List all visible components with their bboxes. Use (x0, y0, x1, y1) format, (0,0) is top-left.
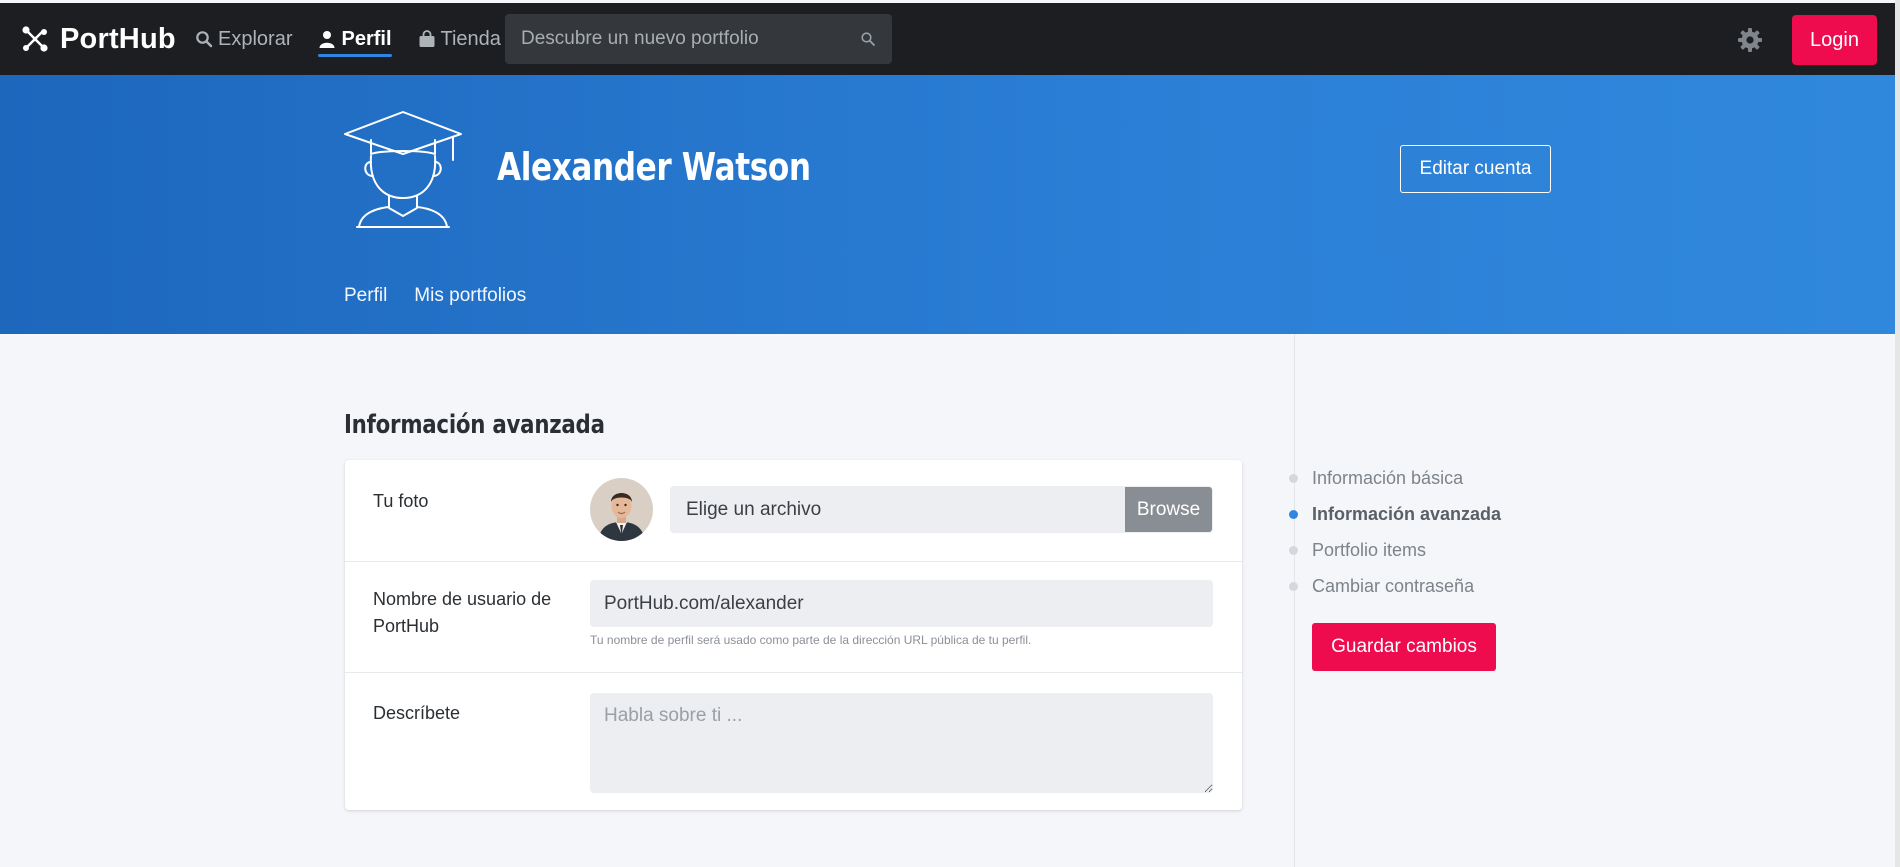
photo-label: Tu foto (373, 491, 429, 511)
username-help-text: Tu nombre de perfil será usado como part… (590, 633, 1032, 647)
nav-item-label: Explorar (218, 27, 293, 50)
section-nav-item-basic[interactable]: Información básica (1289, 460, 1501, 496)
profile-tabs: Perfil Mis portfolios (344, 285, 526, 307)
section-nav-item-advanced[interactable]: Información avanzada (1289, 496, 1501, 532)
edit-account-button[interactable]: Editar cuenta (1400, 145, 1551, 193)
section-nav-label: Información básica (1312, 467, 1464, 488)
nav-dot-icon (1289, 582, 1298, 591)
tab-mis-portfolios[interactable]: Mis portfolios (414, 285, 526, 307)
nav-dot-icon (1289, 510, 1298, 519)
login-button[interactable]: Login (1792, 15, 1877, 65)
shopping-bag-icon (419, 30, 435, 47)
section-nav-item-password[interactable]: Cambiar contraseña (1289, 568, 1501, 604)
username-label: Nombre de usuario de PortHub (373, 589, 552, 636)
nav-item-label: Perfil (341, 27, 392, 50)
photo-row: Tu foto Elige un archivo Browse (345, 460, 1242, 562)
main-nav: Explorar Perfil Tienda (195, 3, 501, 75)
nav-item-tienda[interactable]: Tienda (418, 3, 501, 75)
user-icon (319, 31, 335, 48)
section-nav-label: Portfolio items (1312, 539, 1427, 560)
nav-dot-icon (1289, 474, 1298, 483)
section-nav-label: Información avanzada (1312, 503, 1502, 524)
brand[interactable]: PortHub (20, 3, 176, 75)
username-field[interactable] (590, 580, 1213, 627)
graduate-avatar-icon (344, 111, 462, 228)
search-icon[interactable] (860, 31, 876, 47)
scrollbar[interactable] (1895, 0, 1900, 867)
search-bar (505, 14, 892, 64)
profile-photo-image (590, 478, 653, 541)
section-nav-item-portfolio[interactable]: Portfolio items (1289, 532, 1501, 568)
profile-header (0, 75, 1895, 336)
describe-textarea[interactable] (590, 693, 1213, 793)
porthub-logo-icon (22, 26, 48, 52)
section-nav-label: Cambiar contraseña (1312, 575, 1475, 596)
avatar (590, 478, 653, 541)
save-changes-button[interactable]: Guardar cambios (1312, 623, 1496, 671)
nav-item-label: Tienda (440, 27, 501, 50)
nav-dot-icon (1289, 546, 1298, 555)
user-name: Alexander Watson (497, 145, 811, 189)
describe-row: Descríbete (345, 673, 1242, 810)
gear-icon[interactable] (1737, 27, 1763, 53)
nav-item-explorar[interactable]: Explorar (195, 3, 292, 75)
describe-label: Descríbete (373, 703, 461, 723)
top-navbar: PortHub Explorar Perfil Tienda Descubre … (0, 3, 1895, 75)
advanced-info-card: Tu foto Elige un archivo Browse Nombre d… (345, 460, 1242, 810)
section-title: Información avanzada (344, 410, 605, 440)
file-picker-text: Elige un archivo (686, 498, 822, 520)
search-icon (196, 31, 213, 48)
browse-button[interactable]: Browse (1125, 487, 1212, 532)
header-divider (0, 335, 1895, 336)
section-nav: Información básica Información avanzada … (1289, 460, 1501, 604)
search-input[interactable] (521, 28, 860, 50)
tab-perfil[interactable]: Perfil (344, 285, 387, 307)
file-picker[interactable]: Elige un archivo Browse (670, 486, 1213, 533)
nav-item-perfil[interactable]: Perfil (318, 3, 392, 75)
brand-name: PortHub (60, 22, 176, 55)
username-row: Nombre de usuario de PortHub Tu nombre d… (345, 562, 1242, 673)
